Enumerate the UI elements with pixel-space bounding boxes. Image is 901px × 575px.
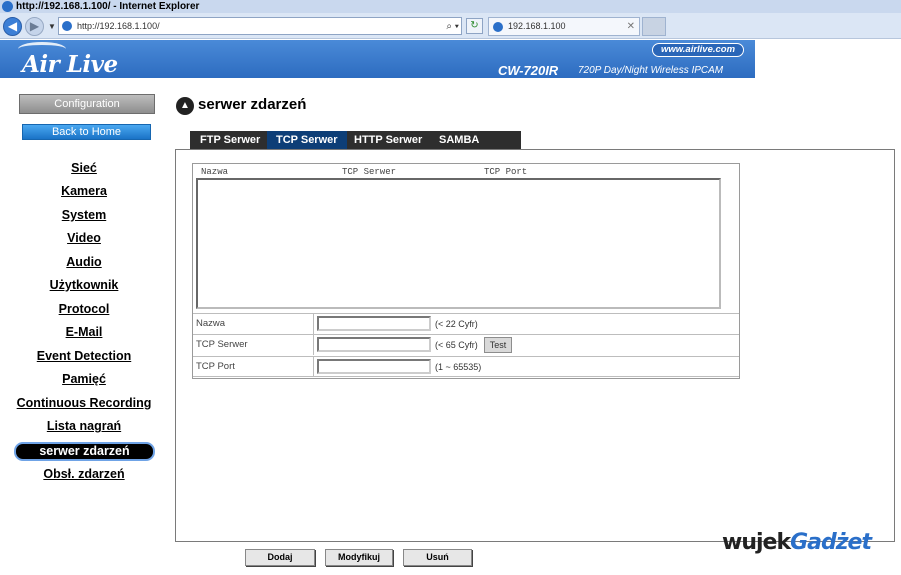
tcp-port-label: TCP Port	[193, 357, 314, 377]
model-description: 720P Day/Night Wireless IPCAM	[578, 65, 724, 76]
page-icon	[62, 21, 72, 31]
forward-icon[interactable]: ▶	[25, 17, 44, 36]
server-tabs: FTP Serwer TCP Serwer HTTP Serwer SAMBA …	[190, 131, 521, 165]
section-icon: ▲	[176, 97, 194, 115]
test-button[interactable]: Test	[484, 337, 512, 353]
header-banner: Air Live www.airlive.com CW-720IR 720P D…	[0, 40, 755, 78]
tab-ftp-serwer[interactable]: FTP Serwer	[190, 131, 270, 150]
form-row-server: TCP Serwer (< 65 Cyfr) Test	[193, 334, 739, 355]
website-badge: www.airlive.com	[652, 43, 744, 57]
sidebar-item-obsl-zdarzen[interactable]: Obsł. zdarzeń	[0, 467, 168, 481]
airlive-logo: Air Live	[22, 51, 118, 78]
sidebar-item-system[interactable]: System	[0, 208, 168, 222]
page-title-text: serwer zdarzeń	[198, 96, 307, 113]
watermark: wujekGadżet	[722, 530, 872, 555]
address-bar: ◀ ▶ ▼ http://192.168.1.100/ ⌕ ▾ ↻ 192.16…	[0, 13, 901, 39]
modify-button[interactable]: Modyfikuj	[325, 549, 393, 566]
sidebar-item-kamera[interactable]: Kamera	[0, 184, 168, 198]
sidebar-item-protocol[interactable]: Protocol	[0, 302, 168, 316]
sidebar-item-continuous-recording[interactable]: Continuous Recording	[0, 396, 168, 410]
form-row-name: Nazwa (< 22 Cyfr)	[193, 313, 739, 334]
tcp-server-input[interactable]	[317, 337, 431, 352]
tab-tcp-serwer[interactable]: TCP Serwer	[267, 131, 347, 150]
sidebar-item-serwer-zdarzen[interactable]: serwer zdarzeń	[14, 442, 155, 461]
form-row-port: TCP Port (1 ~ 65535)	[193, 356, 739, 377]
page-title: ▲ serwer zdarzeń	[176, 96, 307, 115]
history-dropdown-icon[interactable]: ▼	[48, 22, 56, 31]
column-header-tcp-serwer: TCP Serwer	[342, 167, 397, 177]
column-header-nazwa: Nazwa	[201, 167, 229, 177]
window-title: http://192.168.1.100/ - Internet Explore…	[16, 1, 200, 12]
configuration-button[interactable]: Configuration	[19, 94, 155, 114]
url-field[interactable]: http://192.168.1.100/ ⌕ ▾	[58, 17, 462, 35]
tab-icon	[493, 22, 503, 32]
name-input[interactable]	[317, 316, 431, 331]
tab-samba-server[interactable]: SAMBA Server	[430, 131, 521, 165]
watermark-part1: wujek	[722, 530, 791, 555]
tcp-port-hint: (1 ~ 65535)	[435, 362, 482, 372]
server-list[interactable]	[196, 178, 721, 309]
sidebar-item-audio[interactable]: Audio	[0, 255, 168, 269]
sidebar-item-video[interactable]: Video	[0, 231, 168, 245]
close-tab-icon[interactable]: ✕	[627, 18, 635, 35]
browser-tab[interactable]: 192.168.1.100 ✕	[488, 17, 640, 36]
column-header-tcp-port: TCP Port	[484, 167, 528, 177]
url-text: http://192.168.1.100/	[77, 21, 160, 31]
tab-label: 192.168.1.100	[508, 21, 566, 31]
sidebar-item-uzytkownik[interactable]: Użytkownik	[0, 278, 168, 292]
tcp-server-label: TCP Serwer	[193, 335, 314, 355]
back-to-home-button[interactable]: Back to Home	[22, 124, 151, 140]
tcp-port-input[interactable]	[317, 359, 431, 374]
add-button[interactable]: Dodaj	[245, 549, 315, 566]
search-icon[interactable]: ⌕ ▾	[446, 19, 459, 35]
back-icon[interactable]: ◀	[3, 17, 22, 36]
sidebar-item-event-detection[interactable]: Event Detection	[0, 349, 168, 363]
new-tab-button[interactable]	[642, 17, 666, 36]
tcp-server-hint: (< 65 Cyfr)	[435, 340, 478, 350]
sidebar-item-email[interactable]: E-Mail	[0, 325, 168, 339]
name-label: Nazwa	[193, 314, 314, 334]
window-titlebar: http://192.168.1.100/ - Internet Explore…	[0, 0, 901, 13]
sidebar-item-pamiec[interactable]: Pamięć	[0, 372, 168, 386]
refresh-icon[interactable]: ↻	[466, 18, 483, 34]
watermark-part2: Gadżet	[790, 530, 872, 555]
delete-button[interactable]: Usuń	[403, 549, 472, 566]
sidebar-item-siec[interactable]: Sieć	[0, 161, 168, 175]
ie-icon	[2, 1, 13, 12]
tab-http-serwer[interactable]: HTTP Serwer	[346, 131, 430, 150]
sidebar-item-lista-nagran[interactable]: Lista nagrań	[0, 419, 168, 433]
model-name: CW-720IR	[498, 63, 559, 78]
name-hint: (< 22 Cyfr)	[435, 319, 478, 329]
